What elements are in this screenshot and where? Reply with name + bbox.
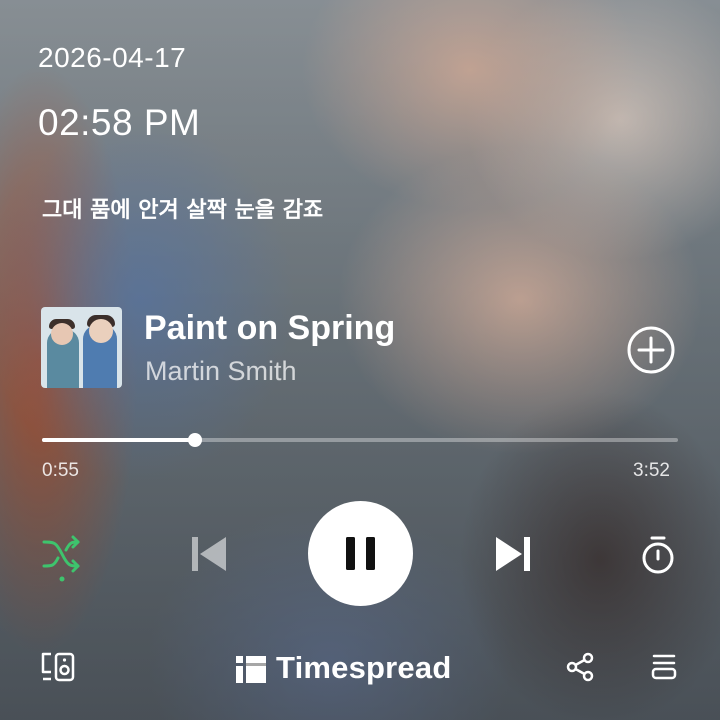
previous-track-button[interactable] [188,533,230,575]
queue-button[interactable] [649,652,679,682]
shuffle-icon [42,535,80,582]
total-duration: 3:52 [633,460,670,481]
add-circle-icon [627,326,675,374]
skip-previous-icon [192,537,226,571]
share-icon [566,652,594,682]
add-to-library-button[interactable] [626,325,676,375]
queue-icon [651,654,677,680]
timer-icon [642,536,674,574]
share-button[interactable] [565,652,595,682]
brand-name: Timespread [276,650,452,685]
device-connect-icon [41,652,75,682]
lockscreen-date: 2026-04-17 [38,42,187,73]
shuffle-button[interactable] [40,534,84,584]
song-title[interactable]: Paint on Spring [144,309,395,348]
next-track-button[interactable] [492,533,534,575]
elapsed-time: 0:55 [42,460,79,481]
skip-next-icon [496,537,530,571]
progress-slider[interactable] [42,433,678,447]
lockscreen-time: 02:58 PM [38,102,201,143]
pause-icon [346,537,375,570]
current-lyric-line[interactable]: 그대 품에 안겨 살짝 눈을 감죠 [42,192,323,224]
brand-mark-icon [236,653,266,683]
play-pause-button[interactable] [308,501,413,606]
connect-device-button[interactable] [40,650,78,684]
album-cover-thumbnail[interactable] [41,307,122,388]
progress-fill [42,438,195,442]
sleep-timer-button[interactable] [637,534,679,576]
artist-name[interactable]: Martin Smith [145,356,297,387]
brand-logo: Timespread [236,647,451,689]
progress-knob[interactable] [187,433,202,447]
